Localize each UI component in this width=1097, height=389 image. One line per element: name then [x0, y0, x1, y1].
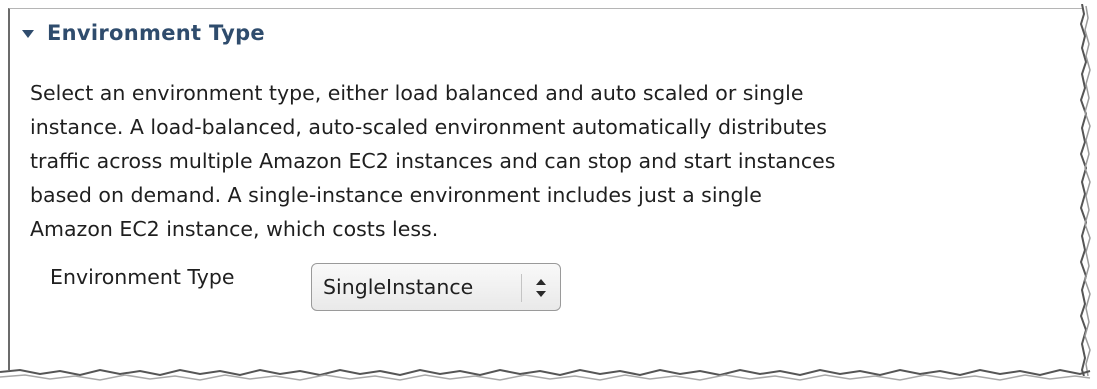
torn-edge-bottom	[0, 368, 1091, 381]
triangle-down-icon[interactable]	[22, 30, 34, 38]
environment-type-label: Environment Type	[50, 265, 235, 289]
select-divider	[521, 274, 522, 302]
environment-type-field: Environment Type SingleInstance	[50, 262, 561, 311]
section-title: Environment Type	[47, 21, 265, 45]
environment-type-selected-value: SingleInstance	[323, 275, 474, 299]
section-header[interactable]: Environment Type	[22, 18, 265, 48]
torn-edge-right	[1080, 4, 1091, 376]
up-down-arrows-icon[interactable]	[531, 276, 551, 300]
environment-type-select[interactable]: SingleInstance	[311, 263, 561, 311]
section-description: Select an environment type, either load …	[30, 81, 836, 241]
